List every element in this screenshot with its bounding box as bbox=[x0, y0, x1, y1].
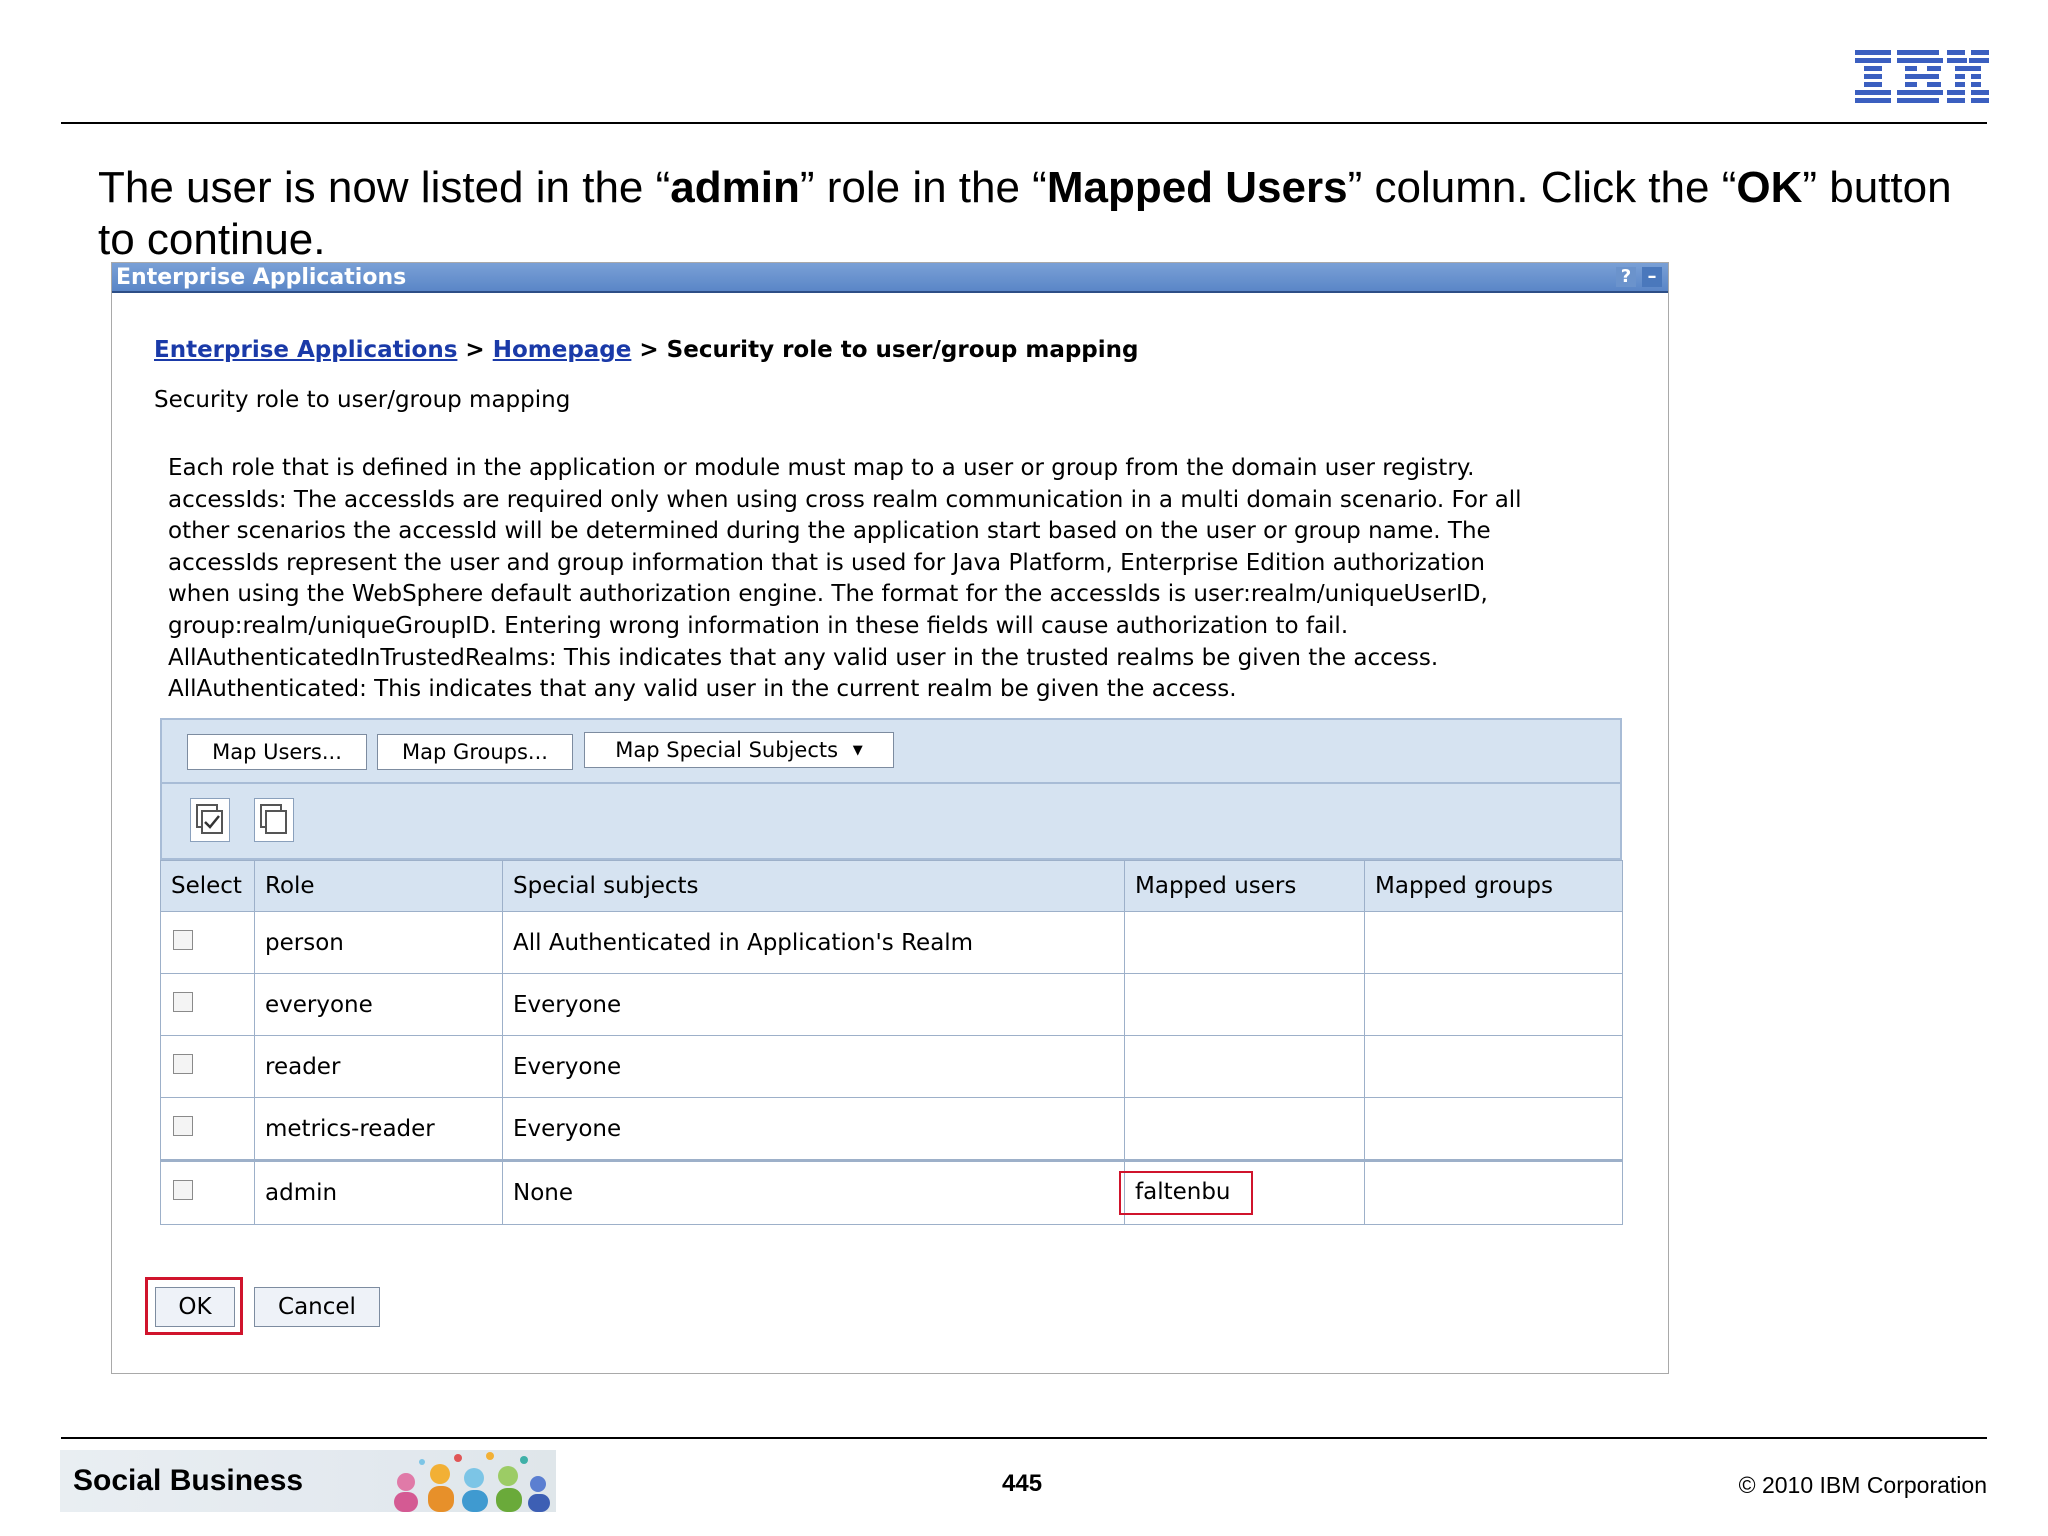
map-special-subjects-button[interactable]: Map Special Subjects ▼ bbox=[584, 732, 894, 768]
role-cell: admin bbox=[254, 1159, 503, 1225]
breadcrumb-current: Security role to user/group mapping bbox=[666, 337, 1139, 363]
banner-label: Social Business bbox=[73, 1464, 304, 1497]
deselect-all-icon bbox=[260, 804, 287, 834]
breadcrumb-separator: > bbox=[457, 337, 493, 363]
mapped-groups-cell bbox=[1364, 1035, 1623, 1098]
mapped-users-cell: faltenbu bbox=[1119, 1159, 1365, 1225]
role-cell: everyone bbox=[254, 973, 503, 1036]
column-header-special-subjects[interactable]: Special subjects bbox=[502, 860, 1125, 912]
map-groups-button[interactable]: Map Groups... bbox=[377, 734, 573, 770]
deselect-all-button[interactable] bbox=[254, 798, 294, 842]
role-cell: person bbox=[254, 911, 503, 974]
table-row: admin None faltenbu bbox=[160, 1159, 1623, 1225]
dropdown-arrow-icon: ▼ bbox=[852, 743, 863, 758]
mapped-groups-cell bbox=[1364, 911, 1623, 974]
row-checkbox[interactable] bbox=[173, 1115, 193, 1136]
table-row: everyone Everyone bbox=[160, 973, 1623, 1036]
map-special-subjects-label: Map Special Subjects bbox=[615, 738, 839, 762]
description-line: AllAuthenticatedInTrustedRealms: This in… bbox=[168, 644, 1439, 671]
column-header-select[interactable]: Select bbox=[160, 860, 255, 912]
map-users-button[interactable]: Map Users... bbox=[187, 734, 367, 770]
instruction-text: The user is now listed in the “admin” ro… bbox=[98, 163, 1952, 264]
breadcrumb-link-homepage[interactable]: Homepage bbox=[493, 337, 632, 363]
roles-table: Select Role Special subjects Mapped user… bbox=[160, 860, 1623, 1225]
page-title: Security role to user/group mapping bbox=[154, 387, 571, 413]
copyright-text: © 2010 IBM Corporation bbox=[1738, 1472, 1987, 1498]
mapped-groups-cell bbox=[1364, 1159, 1623, 1225]
selection-iconbar bbox=[160, 784, 1622, 860]
description-line: Each role that is defined in the applica… bbox=[168, 455, 1475, 481]
description-line: group:realm/uniqueGroupID. Entering wron… bbox=[168, 612, 1349, 639]
cancel-button[interactable]: Cancel bbox=[254, 1287, 380, 1327]
table-row: metrics-reader Everyone bbox=[160, 1097, 1623, 1161]
panel-title-bar: Enterprise Applications ? – bbox=[112, 263, 1668, 293]
row-checkbox[interactable] bbox=[173, 1180, 193, 1200]
select-all-button[interactable] bbox=[190, 798, 230, 842]
select-all-icon bbox=[196, 804, 223, 834]
mapped-users-cell bbox=[1124, 973, 1365, 1036]
breadcrumb-link-enterprise-applications[interactable]: Enterprise Applications bbox=[154, 337, 457, 363]
mapped-users-cell bbox=[1124, 1035, 1365, 1098]
breadcrumb: Enterprise Applications > Homepage > Sec… bbox=[154, 337, 1139, 363]
help-icon[interactable]: ? bbox=[1616, 267, 1636, 287]
people-illustration-icon bbox=[394, 1452, 550, 1512]
special-subjects-cell: Everyone bbox=[502, 1035, 1125, 1098]
header-rule bbox=[61, 122, 1987, 124]
column-header-mapped-users[interactable]: Mapped users bbox=[1124, 860, 1365, 912]
table-row: person All Authenticated in Application'… bbox=[160, 911, 1623, 974]
panel-title: Enterprise Applications bbox=[116, 265, 407, 290]
page-number: 445 bbox=[1002, 1470, 1043, 1497]
description-line: accessIds represent the user and group i… bbox=[168, 549, 1485, 576]
table-row: reader Everyone bbox=[160, 1035, 1623, 1098]
role-cell: reader bbox=[254, 1035, 503, 1098]
row-checkbox[interactable] bbox=[173, 991, 193, 1012]
breadcrumb-separator: > bbox=[631, 337, 667, 363]
ibm-logo bbox=[1855, 50, 1989, 103]
description-line: accessIds: The accessIds are required on… bbox=[168, 486, 1522, 513]
social-business-banner: Social Business bbox=[60, 1450, 556, 1512]
description-line: other scenarios the accessId will be det… bbox=[168, 518, 1491, 545]
description-line: AllAuthenticated: This indicates that an… bbox=[168, 676, 1237, 703]
mapped-users-cell bbox=[1124, 1097, 1365, 1161]
ok-button[interactable]: OK bbox=[155, 1287, 235, 1327]
description-line: when using the WebSphere default authori… bbox=[168, 581, 1488, 608]
table-toolbar: Map Users... Map Groups... Map Special S… bbox=[160, 718, 1622, 784]
mapped-groups-cell bbox=[1364, 1097, 1623, 1161]
special-subjects-cell: None bbox=[502, 1159, 1125, 1225]
special-subjects-cell: All Authenticated in Application's Realm bbox=[502, 911, 1125, 974]
enterprise-applications-panel: Enterprise Applications ? – Enterprise A… bbox=[111, 262, 1669, 1374]
column-header-mapped-groups[interactable]: Mapped groups bbox=[1364, 860, 1623, 912]
minimize-icon[interactable]: – bbox=[1642, 267, 1662, 287]
table-header-row: Select Role Special subjects Mapped user… bbox=[160, 860, 1623, 912]
mapped-user-highlight: faltenbu bbox=[1119, 1171, 1253, 1215]
role-cell: metrics-reader bbox=[254, 1097, 503, 1161]
row-checkbox[interactable] bbox=[173, 1053, 193, 1074]
footer-rule bbox=[61, 1437, 1987, 1439]
special-subjects-cell: Everyone bbox=[502, 1097, 1125, 1161]
special-subjects-cell: Everyone bbox=[502, 973, 1125, 1036]
description-text: Each role that is defined in the applica… bbox=[168, 453, 1618, 706]
row-checkbox[interactable] bbox=[173, 929, 193, 950]
column-header-role[interactable]: Role bbox=[254, 860, 503, 912]
mapped-users-cell bbox=[1124, 911, 1365, 974]
mapped-groups-cell bbox=[1364, 973, 1623, 1036]
